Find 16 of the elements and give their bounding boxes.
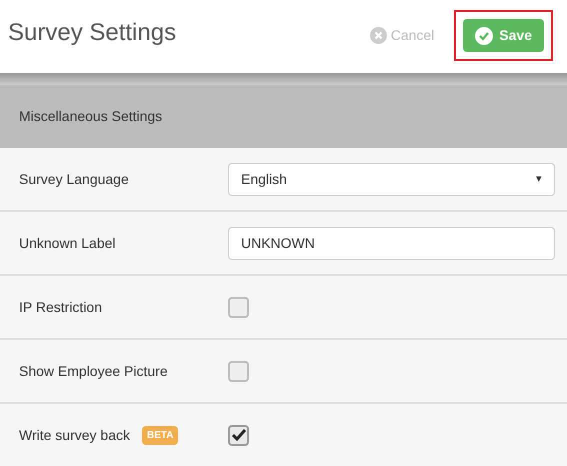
beta-badge: BETA xyxy=(142,426,178,444)
checkbox[interactable] xyxy=(228,424,249,446)
setting-label: IP Restriction xyxy=(19,298,102,316)
language-select[interactable]: English ▾ xyxy=(228,162,555,196)
input-field[interactable]: UNKNOWN xyxy=(228,226,555,260)
checkbox[interactable] xyxy=(228,360,249,382)
setting-label: Show Employee Picture xyxy=(19,362,168,381)
page-title: Survey Settings xyxy=(8,18,176,48)
checkmark-circle-icon xyxy=(475,26,494,44)
checkbox[interactable] xyxy=(228,296,249,318)
setting-label: Unknown Label xyxy=(19,234,116,252)
setting-label: Survey Language xyxy=(19,170,129,189)
section-title: Miscellaneous Settings xyxy=(19,107,162,126)
setting-label: Write survey back xyxy=(19,426,130,445)
close-icon xyxy=(370,27,387,44)
checkmark-icon xyxy=(232,429,246,441)
